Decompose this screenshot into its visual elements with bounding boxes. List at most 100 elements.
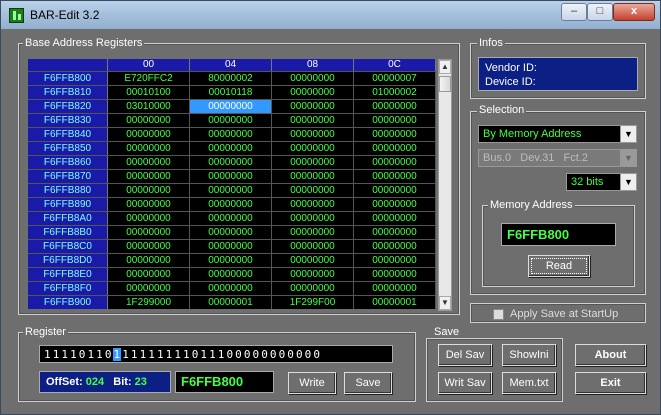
register-cell[interactable]: 00000000 [354,282,436,295]
register-cell[interactable]: 00000000 [354,156,436,169]
register-bit[interactable]: 1 [60,348,69,361]
read-button[interactable]: Read [528,255,590,277]
register-cell[interactable]: 00000000 [190,184,272,197]
register-cell[interactable]: 00000000 [272,282,354,295]
register-cell[interactable]: 00000000 [108,142,190,155]
register-cell[interactable]: 00000000 [354,184,436,197]
register-bit[interactable]: 0 [252,348,261,361]
register-bit[interactable]: 1 [208,348,217,361]
register-cell[interactable]: 00000000 [272,100,354,113]
chevron-down-icon[interactable]: ▼ [620,174,636,190]
maximize-button[interactable]: □ [587,3,613,21]
register-cell[interactable]: 00000000 [272,86,354,99]
memory-address-field[interactable]: F6FFB800 [501,223,616,246]
register-cell[interactable]: 00000000 [108,156,190,169]
register-bit[interactable]: 1 [182,348,191,361]
register-cell[interactable]: 00000000 [190,212,272,225]
register-bit[interactable]: 0 [104,348,113,361]
register-bit[interactable]: 0 [278,348,287,361]
register-cell[interactable]: 00000000 [108,184,190,197]
register-cell[interactable]: 00000000 [190,170,272,183]
register-cell[interactable]: 00000000 [354,254,436,267]
register-cell[interactable]: 00000000 [272,212,354,225]
register-cell[interactable]: 00000000 [190,282,272,295]
register-cell[interactable]: 00000000 [108,170,190,183]
register-cell[interactable]: 01000002 [354,86,436,99]
register-cell[interactable]: 00000000 [190,226,272,239]
register-value-field[interactable]: F6FFB800 [175,371,274,393]
register-bit[interactable]: 0 [286,348,295,361]
register-cell[interactable]: 00000000 [272,156,354,169]
mem-txt-button[interactable]: Mem.txt [502,372,556,394]
register-cell[interactable]: 00000000 [354,212,436,225]
selection-mode-dropdown[interactable]: By Memory Address ▼ [478,125,637,143]
register-cell[interactable]: 00000000 [108,268,190,281]
register-cell[interactable]: 00000000 [354,142,436,155]
del-sav-button[interactable]: Del Sav [438,344,492,366]
show-ini-button[interactable]: ShowIni [502,344,556,366]
register-cell[interactable]: 00000000 [354,226,436,239]
title-bar[interactable]: BAR-Edit 3.2 – □ x [1,1,660,29]
register-cell[interactable]: 00000000 [190,128,272,141]
register-cell[interactable]: 00000000 [190,198,272,211]
write-button[interactable]: Write [288,372,336,394]
register-cell[interactable]: 00000000 [272,114,354,127]
register-cell[interactable]: 00010118 [190,86,272,99]
register-cell[interactable]: 00000000 [272,198,354,211]
register-bit[interactable]: 0 [225,348,234,361]
register-cell[interactable]: 00000000 [354,268,436,281]
register-bit[interactable]: 1 [139,348,148,361]
register-cell[interactable]: 03010000 [108,100,190,113]
register-cell[interactable]: 00000000 [190,142,272,155]
register-cell[interactable]: 00000000 [190,156,272,169]
register-cell[interactable]: 00000000 [354,114,436,127]
register-cell[interactable]: 00000001 [190,296,272,309]
register-cell[interactable]: 00000000 [272,184,354,197]
register-cell[interactable]: 00000000 [272,254,354,267]
register-save-button[interactable]: Save [344,372,392,394]
exit-button[interactable]: Exit [575,372,646,394]
register-cell[interactable]: 00000000 [190,254,272,267]
register-cell[interactable]: 00000000 [354,240,436,253]
close-button[interactable]: x [613,3,655,21]
register-bit[interactable]: 0 [234,348,243,361]
register-cell[interactable]: 00000000 [272,226,354,239]
chevron-down-icon[interactable]: ▼ [620,126,636,142]
about-button[interactable]: About [575,344,646,366]
register-cell[interactable]: 00000000 [108,282,190,295]
scroll-thumb[interactable] [439,76,451,92]
register-cell[interactable]: 00000000 [354,198,436,211]
register-bit[interactable]: 1 [156,348,165,361]
register-bit[interactable]: 0 [304,348,313,361]
register-cell[interactable]: 00000000 [108,198,190,211]
register-cell[interactable]: 00000000 [354,100,436,113]
table-scrollbar[interactable]: ▲ ▼ [438,59,452,311]
register-bit[interactable]: 0 [260,348,269,361]
register-cell[interactable]: 00000000 [272,170,354,183]
register-cell[interactable]: 80000002 [190,72,272,85]
bit-width-dropdown[interactable]: 32 bits ▼ [566,173,637,191]
writ-sav-button[interactable]: Writ Sav [438,372,492,394]
register-bit[interactable]: 1 [130,348,139,361]
register-cell[interactable]: 00000000 [272,268,354,281]
register-bit[interactable]: 1 [121,348,130,361]
register-cell[interactable]: 00000000 [108,254,190,267]
register-bit[interactable]: 1 [147,348,156,361]
register-cell[interactable]: 00000000 [272,72,354,85]
register-bit[interactable]: 1 [112,347,122,361]
register-cell[interactable]: 00000000 [190,100,272,113]
register-bit[interactable]: 1 [86,348,95,361]
register-bit[interactable]: 1 [43,348,52,361]
register-bit[interactable]: 1 [217,348,226,361]
register-cell[interactable]: 00000000 [108,226,190,239]
register-cell[interactable]: 00000000 [272,240,354,253]
register-cell[interactable]: 00000000 [190,268,272,281]
register-cell[interactable]: 00000000 [354,128,436,141]
register-bit[interactable]: 1 [199,348,208,361]
register-cell[interactable]: 00000000 [108,240,190,253]
register-cell[interactable]: 00010100 [108,86,190,99]
register-bit[interactable]: 1 [69,348,78,361]
scroll-up-icon[interactable]: ▲ [439,60,451,74]
register-bit[interactable]: 0 [269,348,278,361]
register-bit[interactable]: 1 [52,348,61,361]
